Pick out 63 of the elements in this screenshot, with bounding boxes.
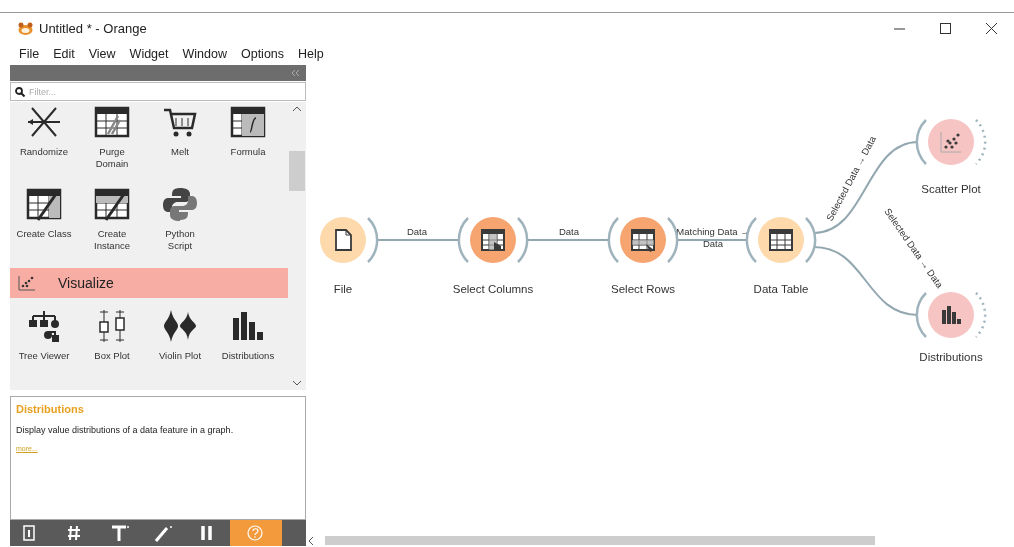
node-label: Select Columns	[452, 283, 534, 295]
widget-label[interactable]: Randomize	[19, 146, 69, 158]
app-logo-icon	[18, 21, 33, 35]
table-pointer-icon	[481, 229, 505, 251]
link-label: Data	[702, 238, 724, 249]
close-icon[interactable]	[985, 22, 997, 34]
widget-label[interactable]: Box Plot	[94, 350, 130, 362]
scrollbar-thumb[interactable]	[289, 151, 305, 191]
widget-label[interactable]: Create Instance	[94, 228, 130, 252]
input-port-arc[interactable]	[745, 217, 757, 263]
formula-icon[interactable]	[230, 104, 266, 140]
document-icon	[335, 229, 352, 251]
node-label: Distributions	[919, 351, 983, 363]
widget-label[interactable]: Python Script	[165, 228, 195, 252]
scroll-left-icon[interactable]	[308, 536, 313, 545]
widget-label[interactable]: Distributions	[221, 350, 275, 362]
help-description: Display value distributions of a data feature in a graph.	[16, 425, 235, 435]
menu-item[interactable]: Edit	[46, 47, 82, 61]
window-title: Untitled * - Orange	[39, 20, 148, 36]
help-title: Distributions	[16, 403, 85, 415]
scatter-icon	[940, 131, 962, 153]
striped-table-icon[interactable]	[94, 104, 130, 140]
table-pointer-icon	[631, 229, 655, 252]
pen-icon	[155, 524, 173, 542]
category-label: Visualize	[58, 275, 114, 291]
category-header[interactable]: Visualize	[10, 268, 288, 298]
link-label: Data	[558, 226, 580, 237]
menu-item[interactable]: View	[81, 47, 123, 61]
scroll-up-icon[interactable]	[293, 106, 301, 111]
input-port-arc[interactable]	[915, 119, 927, 165]
scrollbar-thumb[interactable]	[325, 536, 875, 545]
widget-label[interactable]: Tree Viewer	[18, 350, 70, 362]
node-label: Scatter Plot	[921, 183, 981, 195]
maximize-icon[interactable]	[939, 22, 951, 34]
menu-item[interactable]: File	[12, 47, 47, 61]
widget-label[interactable]: Create Class	[16, 228, 72, 240]
link-label: Data	[406, 226, 428, 237]
menu-item[interactable]: Widget	[122, 47, 176, 61]
filter-field[interactable]: Filter...	[10, 82, 306, 101]
bar-chart-icon	[942, 306, 961, 324]
input-port-arc[interactable]	[457, 217, 469, 263]
input-port-arc[interactable]	[915, 292, 927, 338]
input-port-arc[interactable]	[607, 217, 619, 263]
table-wand-icon[interactable]	[94, 186, 130, 222]
menu-item[interactable]: Help	[291, 47, 331, 61]
widget-label[interactable]: Purge Domain	[95, 146, 129, 170]
python-icon[interactable]	[162, 186, 198, 222]
node-circle[interactable]	[928, 119, 974, 165]
menu-item[interactable]: Options	[233, 47, 292, 61]
tree-icon[interactable]	[26, 308, 62, 344]
node-label: File	[333, 283, 353, 295]
scatter-icon	[18, 275, 36, 291]
help-icon	[247, 524, 265, 542]
widget-label[interactable]: Melt	[171, 146, 189, 158]
node-label: Data Table	[753, 283, 809, 295]
table-icon	[769, 229, 793, 251]
text-icon	[111, 524, 129, 542]
node-label: Select Rows	[611, 283, 675, 295]
widget-label[interactable]: Violin Plot	[158, 350, 202, 362]
table-wand-icon[interactable]	[26, 186, 62, 222]
widget-label[interactable]: Formula	[230, 146, 266, 158]
scroll-down-icon[interactable]	[293, 381, 301, 386]
menu-item[interactable]: Window	[175, 47, 234, 61]
